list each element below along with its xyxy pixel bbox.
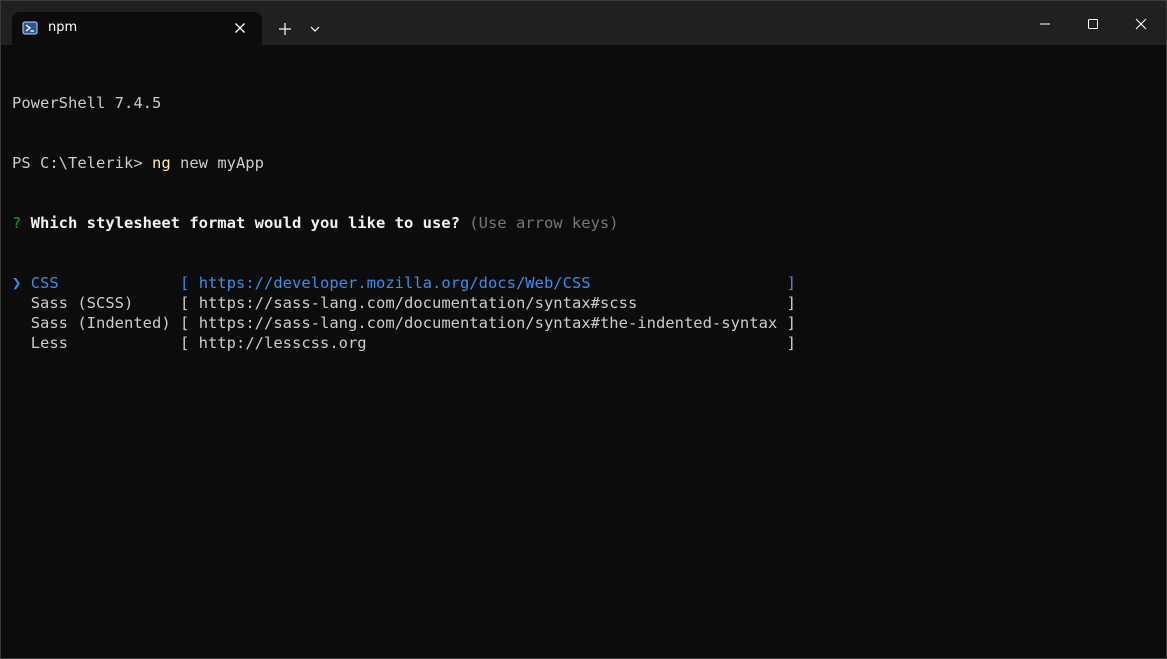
close-icon[interactable] [232,20,248,36]
maximize-button[interactable] [1070,1,1116,45]
option-url[interactable]: https://sass-lang.com/documentation/synt… [199,314,778,332]
close-button[interactable] [1118,1,1164,45]
option-name: CSS [30,274,59,292]
close-bracket: ] [786,334,796,352]
hint-text: (Use arrow keys) [459,214,619,232]
option-name: Sass (Indented) [30,314,171,332]
minimize-button[interactable] [1022,1,1068,45]
option-css[interactable]: ❯ CSS [ https://developer.mozilla.org/do… [12,273,1152,293]
command-name: ng [151,154,171,172]
banner-line: PowerShell 7.4.5 [12,93,1152,113]
close-bracket: ] [786,294,796,312]
powershell-icon [22,20,38,36]
option-sass-scss[interactable]: Sass (SCSS) [ https://sass-lang.com/docu… [12,293,1152,313]
command-line: PS C:\Telerik> ng new myApp [12,153,1152,173]
pointer-spacer [12,314,21,332]
question-mark: ? [12,214,22,232]
plus-icon[interactable] [273,17,297,41]
option-url[interactable]: http://lesscss.org [199,334,367,352]
chevron-down-icon[interactable] [305,19,325,39]
minimize-icon [1040,23,1050,25]
option-url[interactable]: https://developer.mozilla.org/docs/Web/C… [199,274,591,292]
maximize-icon [1088,19,1098,29]
pointer-icon: ❯ [12,274,22,292]
terminal-window: npm PowerShell 7.4.5 PS C:\Telerik> ng n… [0,0,1167,659]
title-bar: npm [1,1,1166,45]
open-bracket: [ [180,274,199,292]
pointer-spacer [12,294,21,312]
close-bracket: ] [786,274,796,292]
tab-label: npm [48,20,78,35]
banner-text: PowerShell 7.4.5 [12,94,162,112]
close-bracket: ] [786,314,796,332]
option-less[interactable]: Less [ http://lesscss.org ] [12,333,1152,353]
terminal-output[interactable]: PowerShell 7.4.5 PS C:\Telerik> ng new m… [12,53,1152,648]
options-list: ❯ CSS [ https://developer.mozilla.org/do… [12,273,1152,353]
option-url[interactable]: https://sass-lang.com/documentation/synt… [199,294,638,312]
tab-npm[interactable]: npm [12,12,262,45]
open-bracket: [ [180,334,199,352]
command-args: new myApp [170,154,264,172]
open-bracket: [ [180,314,199,332]
option-name: Less [30,334,69,352]
prompt-text: PS C:\Telerik> [12,154,152,172]
question-text: Which stylesheet format would you like t… [21,214,460,232]
option-sass-indented[interactable]: Sass (Indented) [ https://sass-lang.com/… [12,313,1152,333]
pointer-spacer [12,334,21,352]
open-bracket: [ [180,294,199,312]
close-icon [1135,18,1147,30]
question-line: ? Which stylesheet format would you like… [12,213,1152,233]
option-name: Sass (SCSS) [30,294,134,312]
